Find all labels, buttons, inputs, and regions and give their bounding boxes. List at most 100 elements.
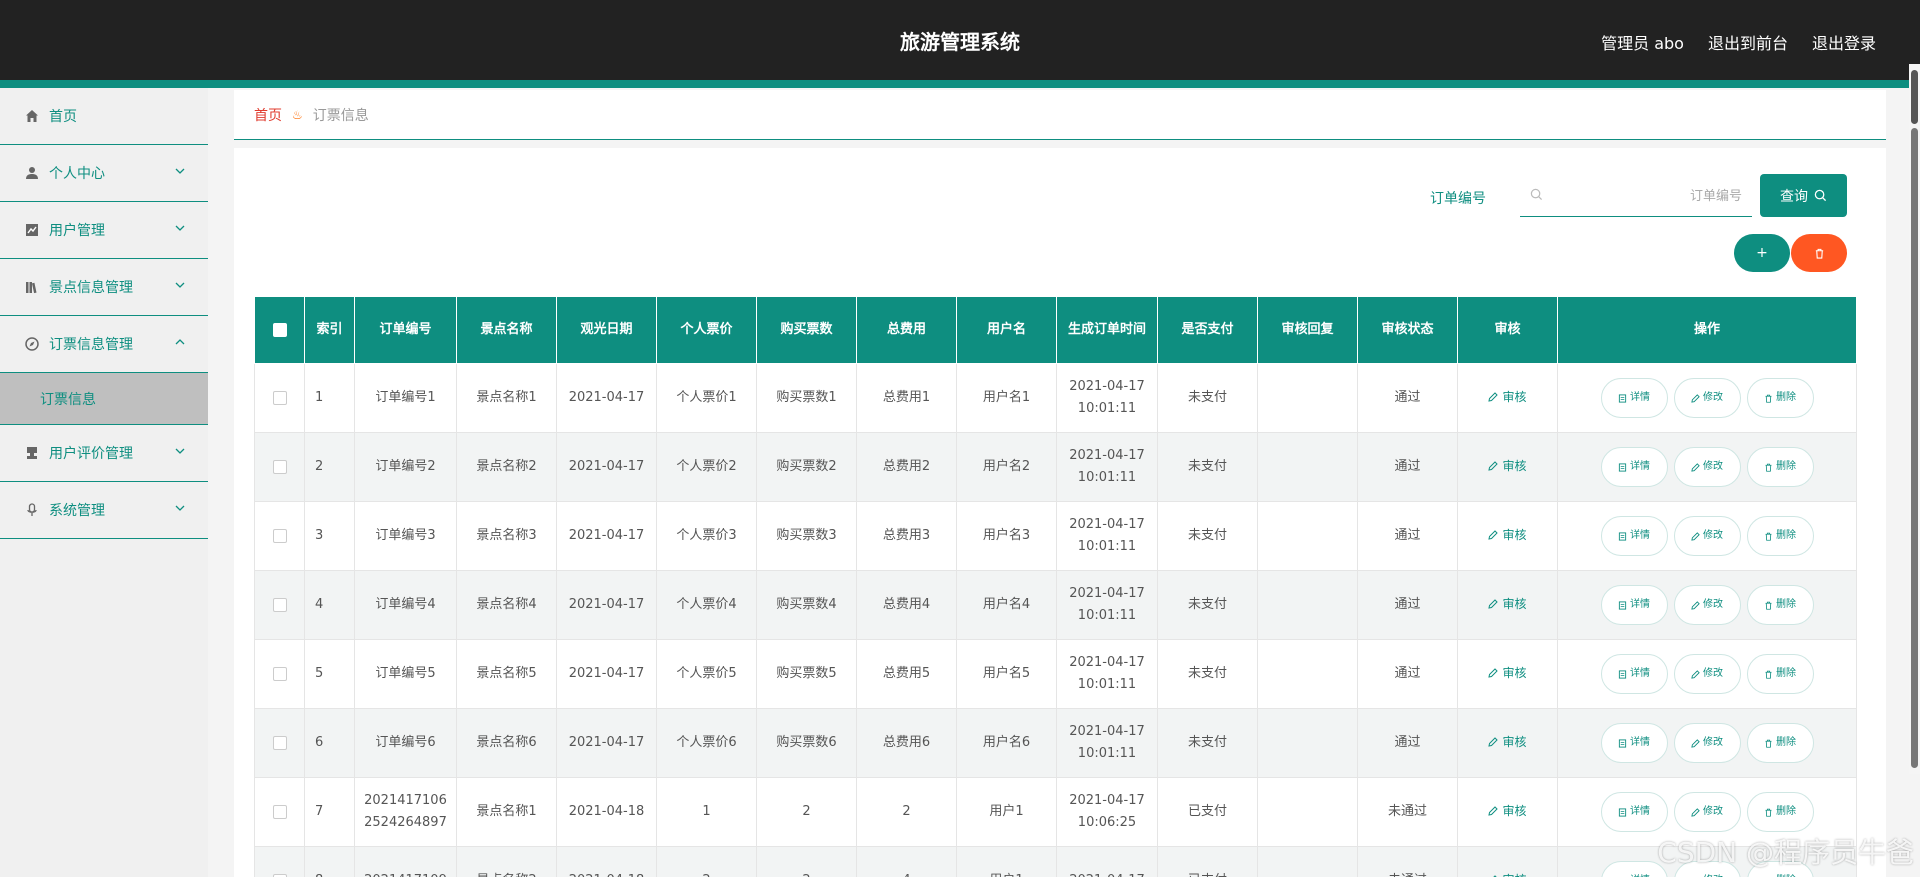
delete-button[interactable]: 删除 — [1746, 585, 1814, 625]
add-button[interactable]: + — [1734, 234, 1790, 272]
cell-user: 用户1 — [956, 846, 1057, 877]
row-checkbox[interactable] — [254, 639, 305, 709]
sidebar-item-personal[interactable]: 个人中心 — [0, 145, 208, 202]
order-number-input[interactable] — [1550, 182, 1742, 210]
audit-link[interactable]: 审核 — [1488, 593, 1527, 615]
audit-link[interactable]: 审核 — [1488, 386, 1527, 408]
cell-date: 2021-04-17 — [556, 432, 657, 502]
cell-created: 2021-04-17 10:01:11 — [1056, 639, 1158, 709]
cell-reply — [1257, 432, 1358, 502]
detail-label: 详情 — [1630, 530, 1650, 541]
detail-button[interactable]: 详情 — [1600, 585, 1668, 625]
logout-link[interactable]: 退出登录 — [1812, 30, 1876, 54]
edit-button[interactable]: 修改 — [1673, 447, 1741, 487]
row-checkbox[interactable] — [254, 846, 305, 877]
cell-total: 总费用2 — [856, 432, 957, 502]
cell-reply — [1257, 777, 1358, 847]
row-checkbox[interactable] — [254, 432, 305, 502]
audit-link[interactable]: 审核 — [1488, 731, 1527, 753]
delete-label: 删除 — [1776, 530, 1796, 541]
edit-button[interactable]: 修改 — [1673, 378, 1741, 418]
query-button[interactable]: 查询 — [1760, 174, 1847, 217]
cell-order: 订单编号6 — [354, 708, 457, 778]
breadcrumb-current: 订票信息 — [312, 107, 369, 124]
detail-button[interactable]: 详情 — [1600, 792, 1668, 832]
audit-link[interactable]: 审核 — [1488, 455, 1527, 477]
cell-total: 2 — [856, 777, 957, 847]
audit-link[interactable]: 审核 — [1488, 662, 1527, 684]
cell-user: 用户名1 — [956, 363, 1057, 433]
sidebar-item-reviews[interactable]: 用户评价管理 — [0, 425, 208, 482]
delete-button[interactable]: 删除 — [1746, 378, 1814, 418]
page-scrollbar[interactable] — [1909, 64, 1920, 774]
sidebar-subitem-ticket-info[interactable]: 订票信息 — [0, 373, 208, 425]
cell-status: 未通过 — [1357, 846, 1458, 877]
cell-user: 用户名6 — [956, 708, 1057, 778]
cell-status: 通过 — [1357, 639, 1458, 709]
batch-delete-button[interactable] — [1791, 234, 1847, 272]
cell-created: 2021-04-17 10:01:11 — [1056, 501, 1158, 571]
cell-total: 4 — [856, 846, 957, 877]
column-header: 审核回复 — [1257, 296, 1358, 364]
chevron-down-icon — [175, 448, 185, 454]
detail-button[interactable]: 详情 — [1600, 723, 1668, 763]
detail-button[interactable]: 详情 — [1600, 378, 1668, 418]
trash-icon — [1765, 394, 1772, 403]
sidebar-item-system[interactable]: 系统管理 — [0, 482, 208, 539]
delete-button[interactable]: 删除 — [1746, 447, 1814, 487]
edit-button[interactable]: 修改 — [1673, 585, 1741, 625]
top-bar: 旅游管理系统 管理员 abo 退出到前台 退出登录 — [0, 0, 1920, 80]
column-header: 个人票价 — [656, 296, 757, 364]
edit-label: 修改 — [1703, 668, 1723, 679]
detail-button[interactable]: 详情 — [1600, 447, 1668, 487]
cell-total: 总费用6 — [856, 708, 957, 778]
row-checkbox[interactable] — [254, 501, 305, 571]
breadcrumb-separator-icon: ♨ — [292, 107, 303, 122]
cell-paid: 未支付 — [1157, 639, 1258, 709]
edit-button[interactable]: 修改 — [1673, 516, 1741, 556]
edit-label: 修改 — [1703, 461, 1723, 472]
detail-button[interactable]: 详情 — [1600, 516, 1668, 556]
cell-price: 个人票价3 — [656, 501, 757, 571]
audit-link[interactable]: 审核 — [1488, 524, 1527, 546]
edit-button[interactable]: 修改 — [1673, 723, 1741, 763]
detail-label: 详情 — [1630, 461, 1650, 472]
cell-audit: 审核 — [1457, 708, 1558, 778]
delete-button[interactable]: 删除 — [1746, 792, 1814, 832]
row-checkbox[interactable] — [254, 708, 305, 778]
cell-paid: 已支付 — [1157, 846, 1258, 877]
row-checkbox[interactable] — [254, 570, 305, 640]
sidebar-item-users[interactable]: 用户管理 — [0, 202, 208, 259]
column-header: 景点名称 — [456, 296, 557, 364]
row-checkbox[interactable] — [254, 363, 305, 433]
select-all-checkbox[interactable] — [254, 296, 305, 364]
edit-label: 修改 — [1703, 870, 1723, 877]
sidebar-item-ticket[interactable]: 订票信息管理 — [0, 316, 208, 373]
exit-to-front-link[interactable]: 退出到前台 — [1708, 30, 1788, 54]
edit-button[interactable]: 修改 — [1673, 654, 1741, 694]
top-accent-bar — [0, 80, 1920, 88]
cell-spot: 景点名称4 — [456, 570, 557, 640]
scrollbar-thumb[interactable] — [1911, 70, 1918, 124]
cell-idx: 5 — [304, 639, 355, 709]
audit-link[interactable]: 审核 — [1488, 800, 1527, 822]
breadcrumb: 首页 ♨ 订票信息 — [234, 90, 1886, 140]
audit-label: 审核 — [1502, 390, 1527, 404]
cell-date: 2021-04-17 — [556, 708, 657, 778]
edit-button[interactable]: 修改 — [1673, 792, 1741, 832]
sidebar-item-home[interactable]: 首页 — [0, 88, 208, 145]
delete-button[interactable]: 删除 — [1746, 654, 1814, 694]
sidebar-item-scenic[interactable]: 景点信息管理 — [0, 259, 208, 316]
delete-button[interactable]: 删除 — [1746, 723, 1814, 763]
cell-date: 2021-04-17 — [556, 639, 657, 709]
breadcrumb-home[interactable]: 首页 — [254, 105, 282, 125]
detail-button[interactable]: 详情 — [1600, 654, 1668, 694]
audit-link[interactable]: 审核 — [1488, 869, 1527, 877]
row-checkbox[interactable] — [254, 777, 305, 847]
cell-created: 2021-04-17 10:01:11 — [1056, 570, 1158, 640]
column-header: 总费用 — [856, 296, 957, 364]
delete-button[interactable]: 删除 — [1746, 516, 1814, 556]
cell-count: 2 — [756, 846, 857, 877]
delete-label: 删除 — [1776, 737, 1796, 748]
cell-idx: 4 — [304, 570, 355, 640]
